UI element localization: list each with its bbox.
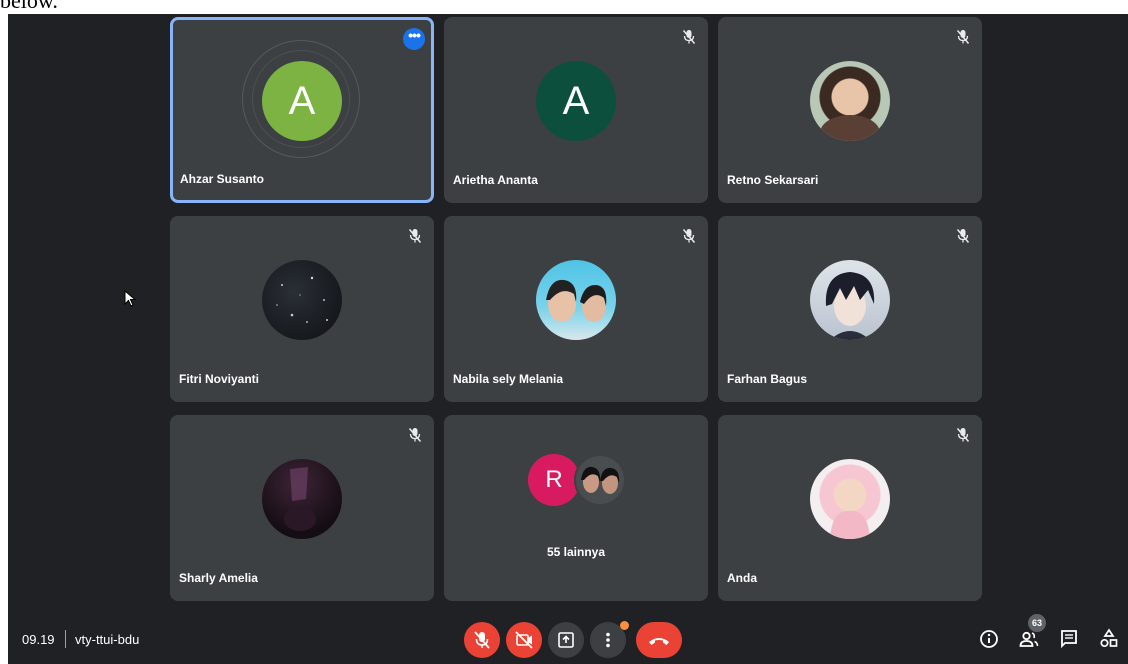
participant-name: Ahzar Susanto (180, 172, 265, 186)
photo-figure (825, 272, 875, 340)
mic-off-icon (682, 30, 696, 44)
info-icon[interactable] (978, 628, 1000, 650)
meeting-code: vty-ttui-bdu (75, 632, 140, 647)
mic-off-icon (474, 631, 490, 649)
more-options-button[interactable]: ••• (403, 28, 425, 50)
notification-dot (620, 621, 629, 630)
control-bar: 09.19 vty-ttui-bdu 63 (8, 614, 1128, 664)
mic-toggle-button[interactable] (464, 622, 500, 658)
participant-name: Fitri Noviyanti (179, 372, 260, 386)
participant-tile-self[interactable]: Anda (718, 415, 982, 601)
mic-off-icon (956, 30, 970, 44)
profile-photo (262, 459, 342, 539)
participant-tile-4[interactable]: Fitri Noviyanti (170, 216, 434, 402)
participant-name: Anda (727, 571, 757, 585)
participant-tile-2[interactable]: A Arietha Ananta (444, 17, 708, 203)
profile-photo (810, 459, 890, 539)
photo-figures (546, 279, 607, 322)
profile-photo (810, 260, 890, 340)
others-count-label: 55 lainnya (546, 545, 606, 559)
participant-tile-3[interactable]: Retno Sekarsari (718, 17, 982, 203)
participant-name: Retno Sekarsari (727, 173, 819, 187)
participant-tile-7[interactable]: Sharly Amelia (170, 415, 434, 601)
group-avatar-photo (574, 454, 626, 506)
meeting-time: 09.19 (22, 632, 55, 647)
caption-fragment-strip: below. (0, 0, 1128, 14)
mic-off-icon (956, 229, 970, 243)
people-icon[interactable] (1018, 628, 1040, 650)
photo-figures (581, 466, 620, 494)
end-call-icon (649, 638, 669, 645)
camera-toggle-button[interactable] (506, 622, 542, 658)
participant-name: Nabila sely Melania (453, 372, 564, 386)
mouse-cursor-icon (124, 290, 136, 307)
meeting-window: A ••• Ahzar Susanto A Arietha Ananta Ret (8, 14, 1128, 664)
mic-off-icon (408, 229, 422, 243)
camera-off-icon (515, 631, 533, 649)
photo-stars (276, 276, 328, 323)
others-tile[interactable]: R 55 lainnya (444, 415, 708, 601)
activities-icon[interactable] (1098, 628, 1120, 650)
avatar: A (262, 61, 342, 141)
mic-off-icon (408, 428, 422, 442)
avatar: A (536, 61, 616, 141)
present-icon (558, 632, 574, 648)
profile-photo (810, 61, 890, 141)
more-options-button[interactable] (590, 621, 629, 658)
present-screen-button[interactable] (548, 622, 584, 658)
mic-off-icon (956, 428, 970, 442)
photo-figure (284, 467, 316, 531)
participant-name: Arietha Ananta (453, 173, 538, 187)
divider (65, 630, 66, 648)
profile-photo (262, 260, 342, 340)
mic-off-icon (682, 229, 696, 243)
profile-photo (536, 260, 616, 340)
group-avatar-initial: R (528, 454, 580, 506)
participant-name: Sharly Amelia (179, 571, 258, 585)
participant-tile-5[interactable]: Nabila sely Melania (444, 216, 708, 402)
participant-tile-1[interactable]: A ••• Ahzar Susanto (170, 17, 434, 203)
chat-icon[interactable] (1058, 628, 1080, 650)
caption-fragment: below. (0, 0, 58, 13)
photo-figure (820, 115, 880, 141)
participant-name: Farhan Bagus (727, 372, 808, 386)
participant-tile-6[interactable]: Farhan Bagus (718, 216, 982, 402)
end-call-button[interactable] (636, 622, 682, 658)
photo-figure (830, 510, 870, 539)
